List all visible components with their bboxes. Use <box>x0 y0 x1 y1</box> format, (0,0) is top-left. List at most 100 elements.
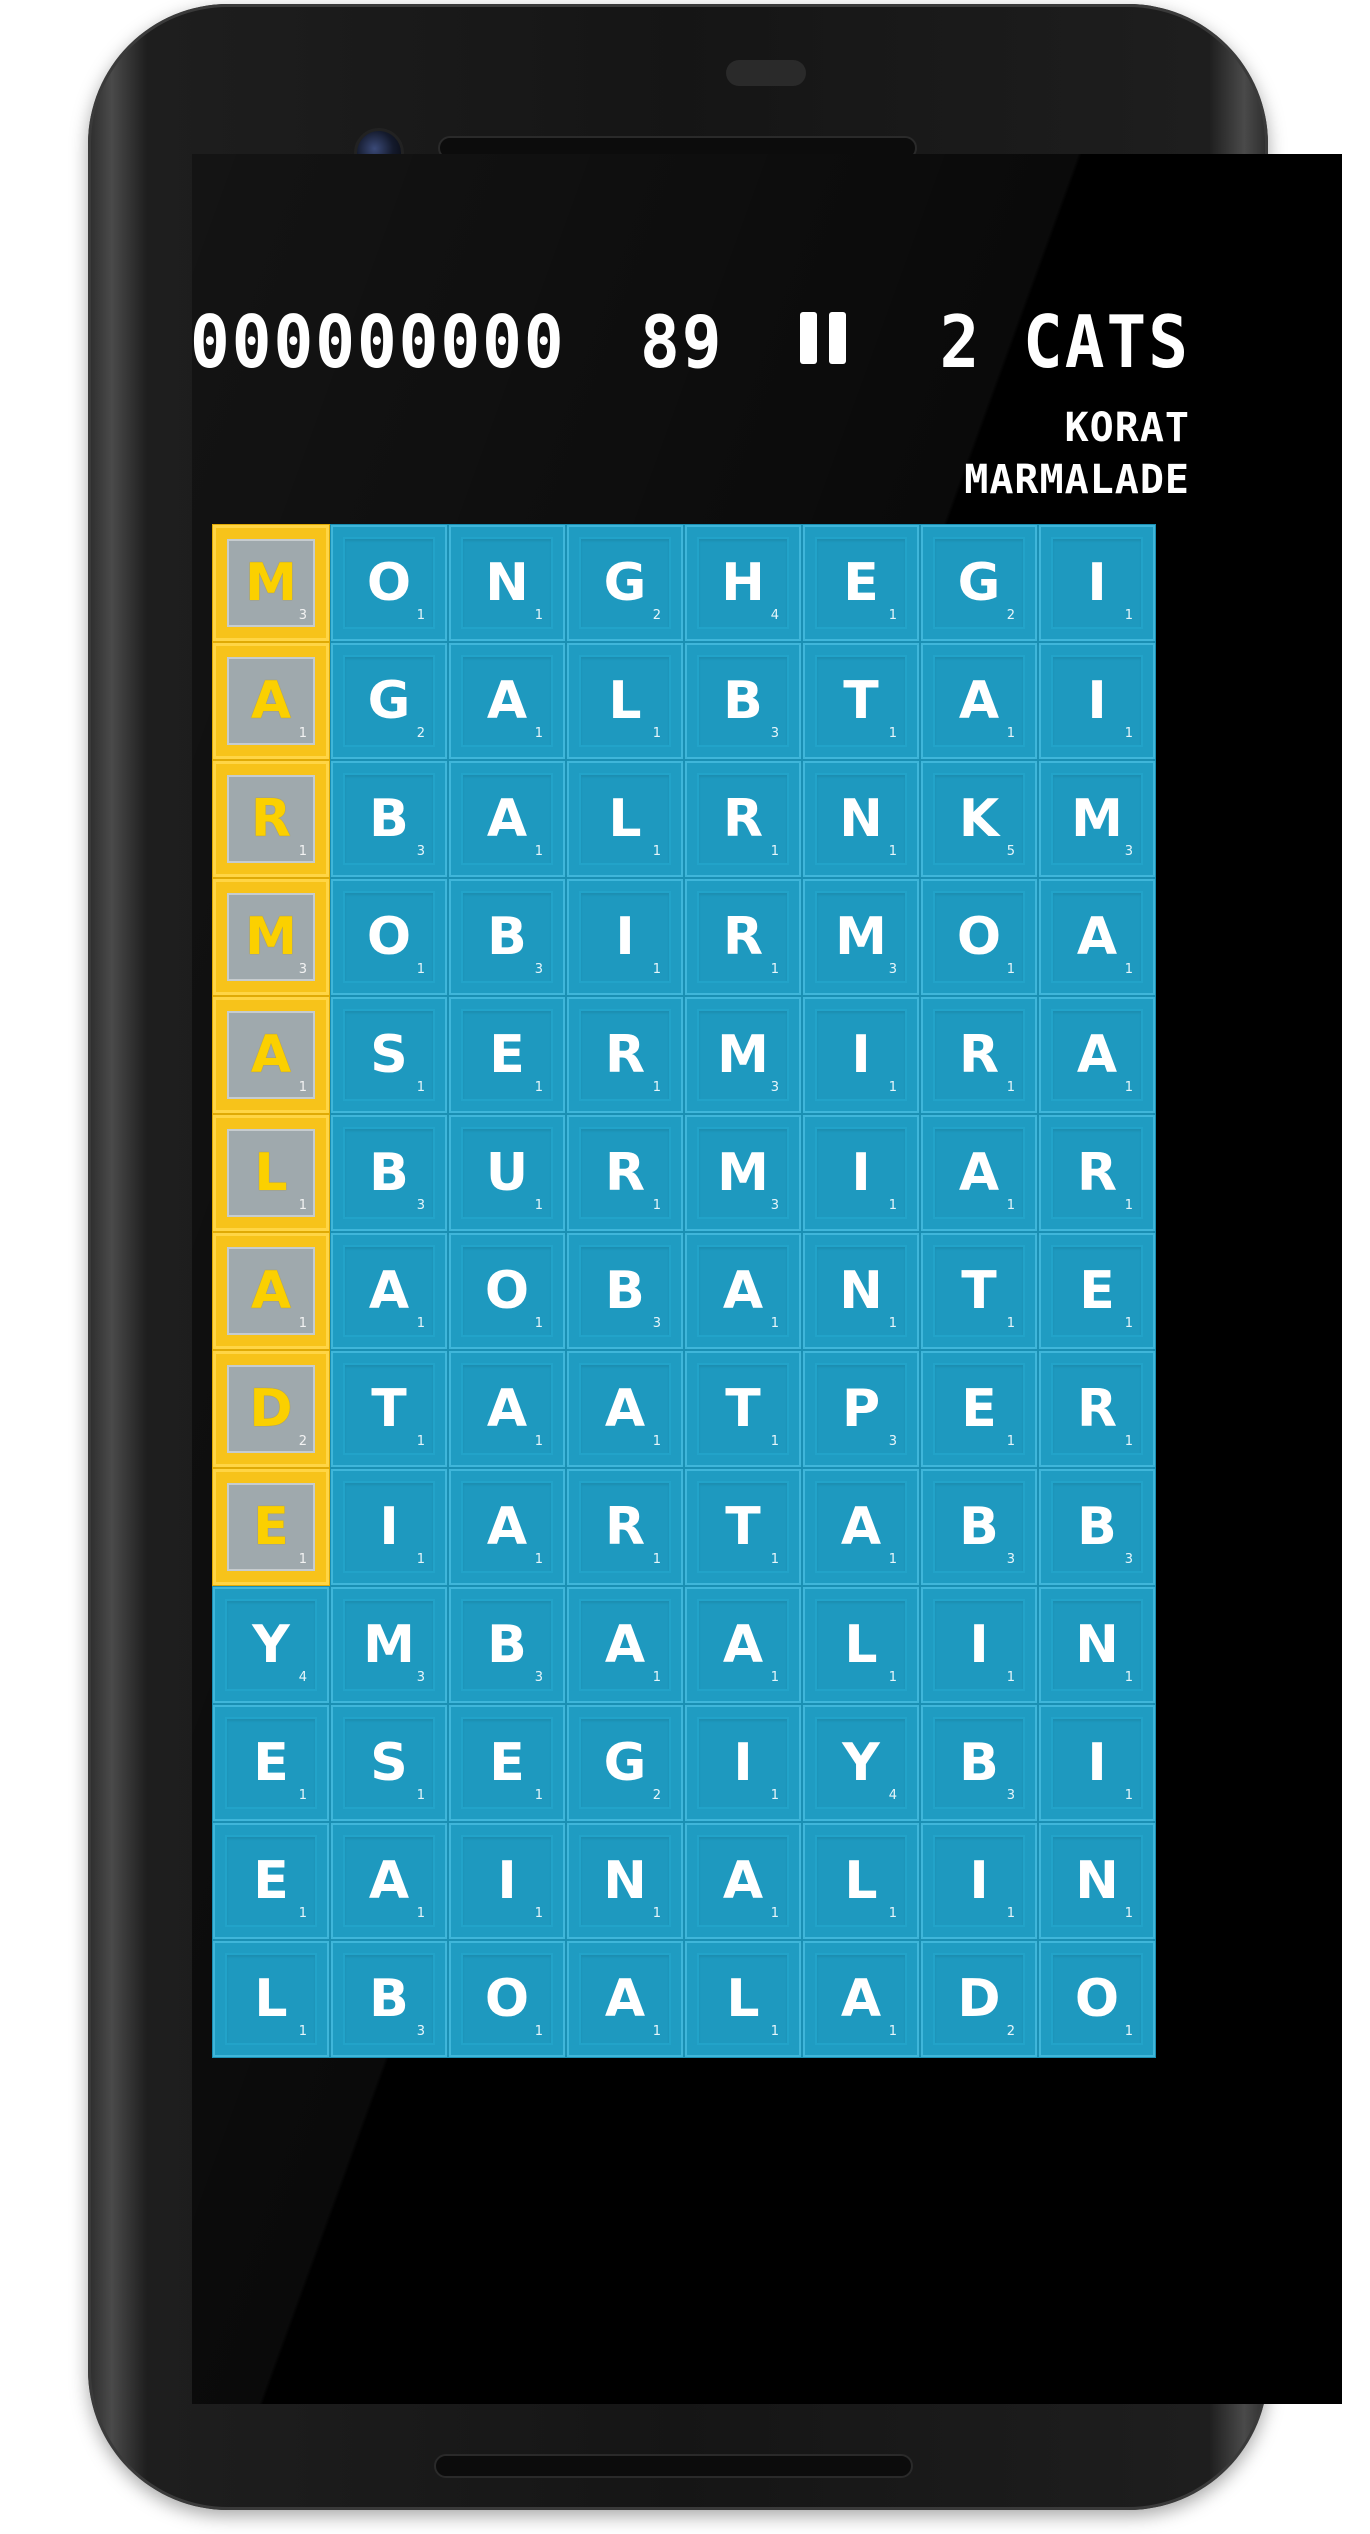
letter-tile[interactable]: M3 <box>684 996 802 1114</box>
letter-tile[interactable]: O1 <box>448 1232 566 1350</box>
letter-tile[interactable]: L1 <box>212 1940 330 2058</box>
letter-tile[interactable]: O1 <box>920 878 1038 996</box>
letter-tile[interactable]: R1 <box>1038 1114 1156 1232</box>
letter-tile[interactable]: S1 <box>330 996 448 1114</box>
letter-tile[interactable]: R1 <box>684 878 802 996</box>
letter-tile-selected[interactable]: R1 <box>212 760 330 878</box>
letter-tile[interactable]: O1 <box>448 1940 566 2058</box>
letter-tile[interactable]: A1 <box>330 1822 448 1940</box>
letter-tile[interactable]: T1 <box>684 1350 802 1468</box>
letter-tile[interactable]: A1 <box>448 642 566 760</box>
letter-tile[interactable]: A1 <box>920 642 1038 760</box>
letter-tile[interactable]: A1 <box>330 1232 448 1350</box>
letter-tile[interactable]: B3 <box>920 1468 1038 1586</box>
letter-tile[interactable]: I1 <box>1038 642 1156 760</box>
letter-tile[interactable]: S1 <box>330 1704 448 1822</box>
letter-tile[interactable]: R1 <box>1038 1350 1156 1468</box>
letter-tile[interactable]: G2 <box>566 1704 684 1822</box>
letter-tile[interactable]: T1 <box>330 1350 448 1468</box>
letter-tile[interactable]: L1 <box>802 1586 920 1704</box>
letter-tile[interactable]: B3 <box>920 1704 1038 1822</box>
letter-tile[interactable]: R1 <box>566 1114 684 1232</box>
letter-tile[interactable]: B3 <box>684 642 802 760</box>
letter-tile[interactable]: U1 <box>448 1114 566 1232</box>
letter-tile[interactable]: O1 <box>330 524 448 642</box>
letter-tile[interactable]: A1 <box>448 1468 566 1586</box>
pause-icon[interactable] <box>800 312 846 364</box>
letter-tile[interactable]: A1 <box>684 1586 802 1704</box>
letter-tile[interactable]: R1 <box>920 996 1038 1114</box>
letter-tile[interactable]: O1 <box>330 878 448 996</box>
letter-tile[interactable]: L1 <box>802 1822 920 1940</box>
letter-tile[interactable]: N1 <box>566 1822 684 1940</box>
letter-tile[interactable]: R1 <box>566 996 684 1114</box>
letter-tile[interactable]: E1 <box>448 1704 566 1822</box>
letter-tile[interactable]: B3 <box>448 878 566 996</box>
letter-tile[interactable]: I1 <box>920 1586 1038 1704</box>
letter-tile-selected[interactable]: D2 <box>212 1350 330 1468</box>
letter-tile[interactable]: L1 <box>566 642 684 760</box>
letter-tile[interactable]: L1 <box>684 1940 802 2058</box>
letter-tile[interactable]: A1 <box>448 1350 566 1468</box>
letter-tile[interactable]: B3 <box>330 760 448 878</box>
letter-tile[interactable]: B3 <box>1038 1468 1156 1586</box>
letter-tile-selected[interactable]: A1 <box>212 1232 330 1350</box>
letter-tile[interactable]: B3 <box>448 1586 566 1704</box>
letter-tile[interactable]: A1 <box>1038 878 1156 996</box>
letter-tile[interactable]: G2 <box>566 524 684 642</box>
letter-tile[interactable]: A1 <box>1038 996 1156 1114</box>
letter-tile-selected[interactable]: A1 <box>212 642 330 760</box>
letter-tile-selected[interactable]: A1 <box>212 996 330 1114</box>
letter-tile[interactable]: N1 <box>1038 1822 1156 1940</box>
letter-tile[interactable]: B3 <box>566 1232 684 1350</box>
letter-tile[interactable]: A1 <box>448 760 566 878</box>
letter-tile[interactable]: D2 <box>920 1940 1038 2058</box>
letter-tile[interactable]: N1 <box>802 760 920 878</box>
letter-tile[interactable]: I1 <box>920 1822 1038 1940</box>
letter-tile[interactable]: N1 <box>802 1232 920 1350</box>
letter-tile[interactable]: A1 <box>802 1940 920 2058</box>
letter-tile[interactable]: Y4 <box>802 1704 920 1822</box>
letter-tile[interactable]: T1 <box>802 642 920 760</box>
letter-tile-selected[interactable]: E1 <box>212 1468 330 1586</box>
letter-tile[interactable]: G2 <box>330 642 448 760</box>
letter-tile[interactable]: Y4 <box>212 1586 330 1704</box>
letter-tile[interactable]: E1 <box>920 1350 1038 1468</box>
letter-tile[interactable]: I1 <box>684 1704 802 1822</box>
letter-tile[interactable]: B3 <box>330 1940 448 2058</box>
letter-tile[interactable]: E1 <box>212 1704 330 1822</box>
letter-tile[interactable]: M3 <box>330 1586 448 1704</box>
letter-tile[interactable]: A1 <box>684 1822 802 1940</box>
letter-tile[interactable]: N1 <box>448 524 566 642</box>
letter-tile[interactable]: I1 <box>1038 1704 1156 1822</box>
letter-tile[interactable]: R1 <box>684 760 802 878</box>
letter-tile[interactable]: A1 <box>920 1114 1038 1232</box>
letter-tile[interactable]: E1 <box>212 1822 330 1940</box>
letter-tile[interactable]: I1 <box>1038 524 1156 642</box>
letter-tile[interactable]: I1 <box>448 1822 566 1940</box>
letter-tile[interactable]: A1 <box>684 1232 802 1350</box>
letter-tile[interactable]: A1 <box>566 1350 684 1468</box>
letter-tile[interactable]: L1 <box>566 760 684 878</box>
letter-tile[interactable]: B3 <box>330 1114 448 1232</box>
letter-tile-selected[interactable]: M3 <box>212 524 330 642</box>
letter-tile-selected[interactable]: L1 <box>212 1114 330 1232</box>
letter-tile[interactable]: E1 <box>802 524 920 642</box>
letter-tile[interactable]: T1 <box>920 1232 1038 1350</box>
letter-tile[interactable]: E1 <box>1038 1232 1156 1350</box>
letter-tile[interactable]: R1 <box>566 1468 684 1586</box>
letter-tile[interactable]: P3 <box>802 1350 920 1468</box>
letter-tile[interactable]: I1 <box>330 1468 448 1586</box>
letter-tile[interactable]: M3 <box>684 1114 802 1232</box>
letter-tile[interactable]: O1 <box>1038 1940 1156 2058</box>
letter-tile-selected[interactable]: M3 <box>212 878 330 996</box>
letter-tile[interactable]: M3 <box>802 878 920 996</box>
letter-tile[interactable]: I1 <box>802 1114 920 1232</box>
letter-tile[interactable]: N1 <box>1038 1586 1156 1704</box>
letter-tile[interactable]: I1 <box>802 996 920 1114</box>
letter-tile[interactable]: A1 <box>566 1940 684 2058</box>
letter-tile[interactable]: I1 <box>566 878 684 996</box>
letter-tile[interactable]: K5 <box>920 760 1038 878</box>
letter-tile[interactable]: M3 <box>1038 760 1156 878</box>
letter-tile[interactable]: E1 <box>448 996 566 1114</box>
